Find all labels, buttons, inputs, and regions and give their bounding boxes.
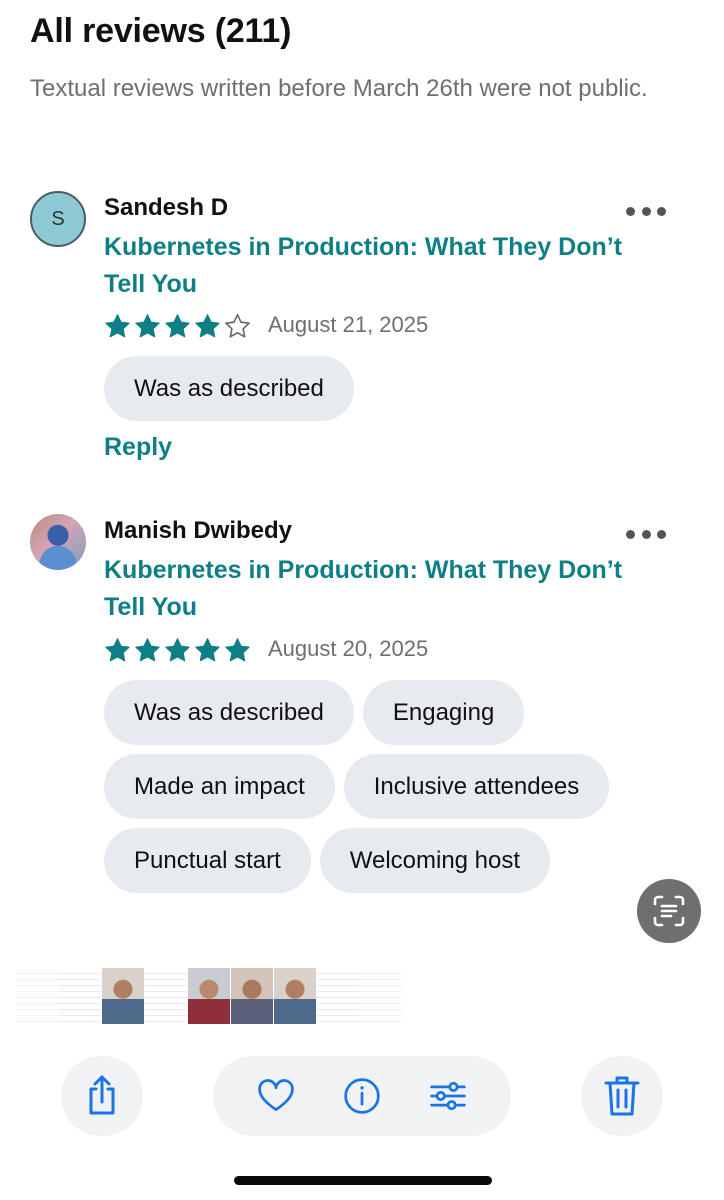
star-icon: [135, 314, 160, 338]
more-options-button[interactable]: [626, 205, 666, 217]
star-icon: [225, 313, 250, 338]
star-icon: [195, 638, 220, 662]
thumbnail[interactable]: [188, 968, 230, 1024]
thumbnail[interactable]: [274, 968, 316, 1024]
review-tag-chip: Welcoming host: [319, 828, 551, 893]
thumbnail[interactable]: [16, 968, 58, 1024]
more-dot: [657, 529, 666, 539]
review-tag-chip: Inclusive attendees: [343, 754, 610, 819]
review-tags: Was as described Engaging Made an impact In…: [104, 680, 664, 893]
photo-thumbnail-strip[interactable]: [16, 968, 403, 1024]
more-horizontal-icon: [626, 206, 635, 216]
thumbnail[interactable]: [231, 968, 273, 1024]
more-dot: [641, 206, 651, 216]
thumbnail[interactable]: [317, 968, 359, 1024]
photo-actions-bar: [213, 1056, 511, 1136]
reply-link[interactable]: Reply: [104, 433, 172, 462]
share-icon: [89, 1075, 115, 1115]
review-tag-chip: Engaging: [362, 680, 525, 745]
star-icon: [105, 314, 130, 338]
info-icon[interactable]: [342, 1074, 382, 1118]
star-icon: [195, 314, 220, 338]
review-tag-chip: Made an impact: [104, 754, 335, 819]
thumbnail[interactable]: [102, 968, 144, 1024]
review-tag-chip: Was as described: [104, 356, 354, 421]
event-title-link[interactable]: Kubernetes in Production: What They Don’…: [104, 229, 624, 303]
thumbnail[interactable]: [59, 968, 101, 1024]
event-title-link[interactable]: Kubernetes in Production: What They Don’…: [104, 552, 624, 626]
page-subtitle: Textual reviews written before March 26t…: [30, 75, 648, 102]
more-options-button[interactable]: [626, 528, 666, 540]
star-rating: [104, 313, 251, 339]
reviewer-name[interactable]: Manish Dwibedy: [104, 517, 292, 545]
avatar[interactable]: [30, 514, 86, 570]
page-title: All reviews (211): [30, 12, 292, 50]
more-dot: [641, 529, 651, 539]
reviewer-name[interactable]: Sandesh D: [104, 194, 228, 222]
home-indicator[interactable]: [234, 1176, 492, 1185]
review-tags: Was as described: [104, 356, 664, 421]
review-date: August 20, 2025: [268, 636, 429, 661]
review-tag-chip: Was as described: [104, 680, 354, 745]
live-text-scan-icon: [653, 895, 685, 927]
star-icon: [135, 638, 160, 662]
avatar[interactable]: S: [30, 191, 86, 247]
thumbnail[interactable]: [360, 968, 402, 1024]
star-rating: [104, 637, 251, 663]
star-icon: [105, 638, 130, 662]
star-icon: [225, 638, 250, 662]
trash-icon: [604, 1076, 640, 1116]
delete-button[interactable]: [581, 1056, 663, 1136]
heart-icon[interactable]: [256, 1074, 296, 1118]
share-button[interactable]: [61, 1056, 143, 1136]
star-icon: [165, 314, 190, 338]
thumbnail[interactable]: [145, 968, 187, 1024]
review-date: August 21, 2025: [268, 312, 429, 337]
adjust-sliders-icon[interactable]: [428, 1074, 468, 1118]
star-icon: [165, 638, 190, 662]
more-horizontal-icon: [626, 529, 635, 539]
more-dot: [657, 206, 666, 216]
live-text-button[interactable]: [637, 879, 701, 943]
review-tag-chip: Punctual start: [104, 828, 311, 893]
